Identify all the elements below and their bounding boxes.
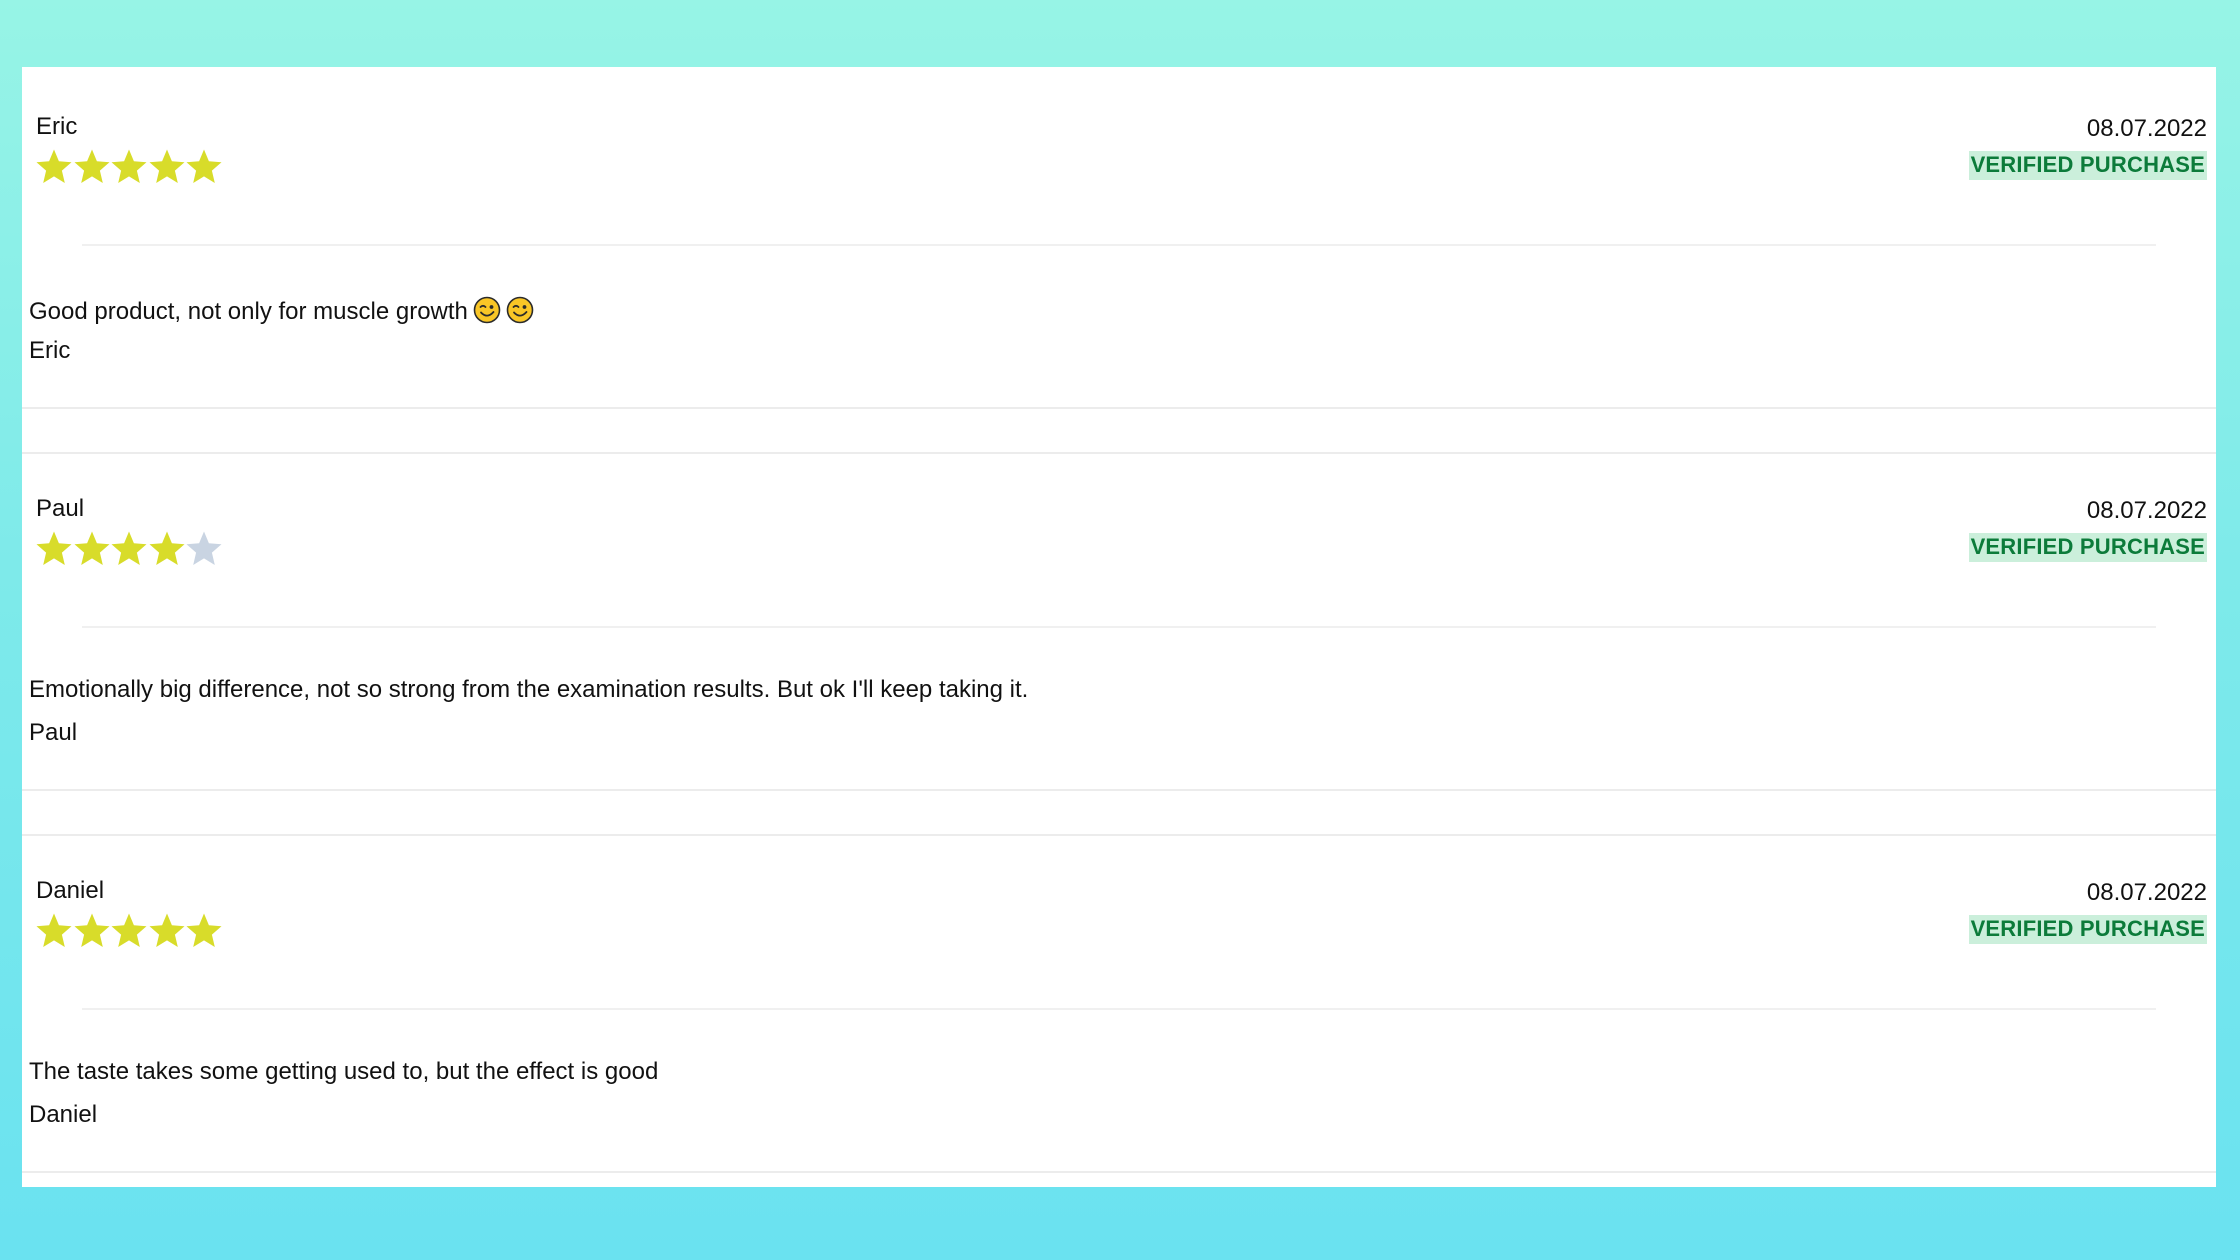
star-filled-icon (72, 147, 109, 189)
review-date: 08.07.2022 (2086, 879, 2207, 906)
review-date: 08.07.2022 (2086, 115, 2207, 142)
review-signature: Paul (29, 719, 78, 746)
winking-face-emoji (506, 296, 534, 324)
star-rating (34, 911, 222, 955)
review-date: 08.07.2022 (2086, 497, 2207, 524)
review-divider (82, 244, 2156, 246)
review-card: Paul 08.07.2022 VERIFIED PURCHASE Emotio… (22, 449, 2216, 813)
review-signature: Daniel (29, 1101, 98, 1128)
review-comment-text: Good product, not only for muscle growth (29, 298, 468, 325)
star-filled-icon (147, 147, 184, 189)
star-filled-icon (72, 911, 109, 953)
verified-purchase-badge: VERIFIED PURCHASE (1968, 915, 2207, 944)
star-filled-icon (147, 529, 184, 571)
winking-face-emoji (473, 296, 501, 324)
star-filled-icon (34, 911, 72, 953)
star-filled-icon (109, 911, 147, 953)
star-filled-icon (34, 147, 72, 189)
review-divider (82, 626, 2156, 628)
review-divider (82, 1008, 2156, 1010)
review-card: Eric 08.07.2022 VERIFIED PURCHASE Good p… (22, 67, 2216, 431)
review-comment: Emotionally big difference, not so stron… (29, 678, 1028, 702)
verified-purchase-badge: VERIFIED PURCHASE (1968, 151, 2207, 180)
star-filled-icon (109, 147, 147, 189)
review-separator (22, 407, 2216, 409)
review-card: Daniel 08.07.2022 VERIFIED PURCHASE The … (22, 831, 2216, 1187)
review-comment-text: The taste takes some getting used to, bu… (29, 1058, 659, 1085)
review-separator (22, 789, 2216, 791)
star-filled-icon (184, 911, 222, 953)
review-comment: The taste takes some getting used to, bu… (29, 1060, 658, 1084)
reviewer-name: Eric (36, 113, 78, 140)
review-separator (22, 1171, 2216, 1173)
star-filled-icon (34, 529, 72, 571)
star-rating (34, 529, 222, 573)
verified-purchase-badge: VERIFIED PURCHASE (1968, 533, 2207, 562)
review-comment: Good product, not only for muscle growth (29, 296, 534, 324)
star-filled-icon (184, 147, 222, 189)
reviews-panel: Eric 08.07.2022 VERIFIED PURCHASE Good p… (22, 67, 2216, 1187)
star-filled-icon (147, 911, 184, 953)
reviewer-name: Paul (36, 495, 85, 522)
star-empty-icon (184, 529, 222, 571)
star-filled-icon (109, 529, 147, 571)
reviewer-name: Daniel (36, 877, 105, 904)
review-signature: Eric (29, 337, 71, 364)
review-comment-text: Emotionally big difference, not so stron… (29, 676, 1029, 703)
star-filled-icon (72, 529, 109, 571)
star-rating (34, 147, 222, 191)
